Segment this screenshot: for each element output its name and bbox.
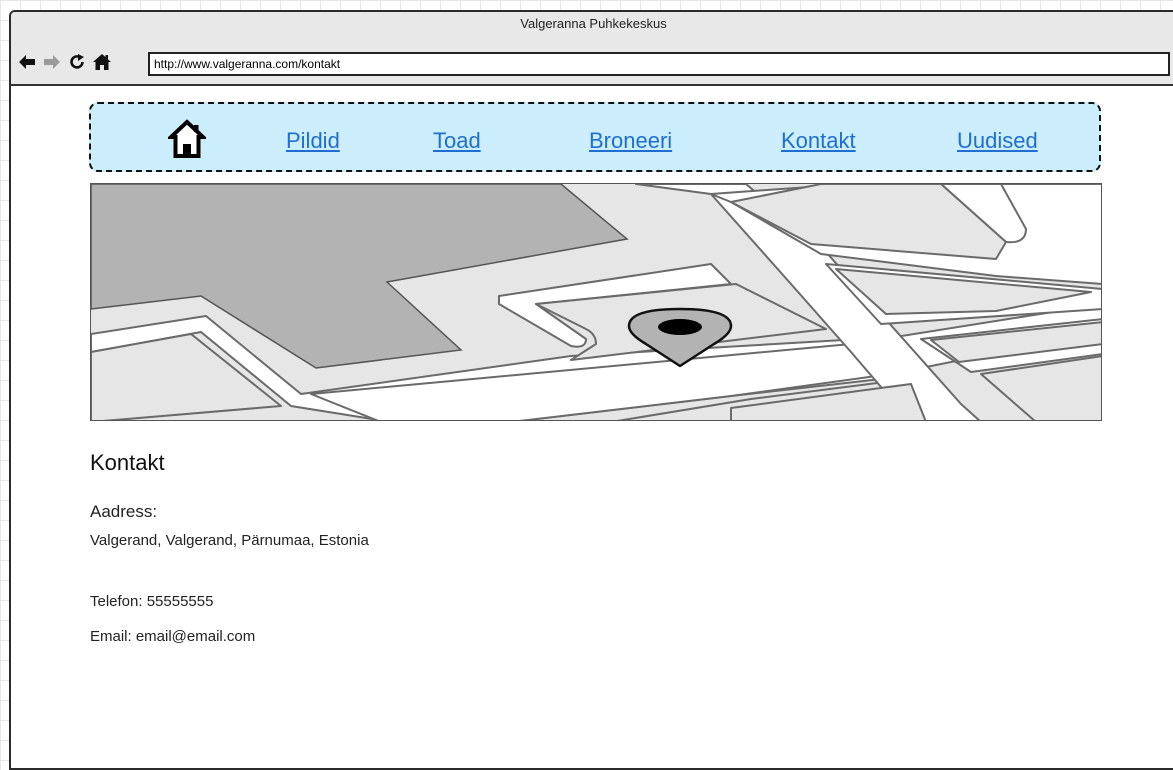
site-navigation: Pildid Toad Broneeri Kontakt Uudised xyxy=(89,102,1101,172)
location-map[interactable] xyxy=(90,183,1102,421)
address-label: Aadress: xyxy=(90,502,158,521)
home-button[interactable] xyxy=(92,50,112,74)
page-title: Kontakt xyxy=(90,450,165,475)
map-graphic xyxy=(91,184,1101,420)
forward-button[interactable] xyxy=(42,50,62,74)
nav-link-pildid[interactable]: Pildid xyxy=(286,128,340,154)
browser-chrome: Valgeranna Puhkekeskus http://www.valger… xyxy=(11,12,1173,86)
reload-icon xyxy=(70,54,84,69)
page-content: Pildid Toad Broneeri Kontakt Uudised Kon… xyxy=(11,86,1173,768)
reload-button[interactable] xyxy=(67,50,87,74)
address-bar[interactable]: http://www.valgeranna.com/kontakt xyxy=(148,52,1170,76)
browser-window: Valgeranna Puhkekeskus http://www.valger… xyxy=(9,10,1173,770)
nav-link-toad[interactable]: Toad xyxy=(433,128,481,154)
window-title: Valgeranna Puhkekeskus xyxy=(520,16,667,31)
phone-text: Telefon: 55555555 xyxy=(90,593,214,610)
home-icon xyxy=(93,54,111,70)
nav-home-link[interactable] xyxy=(167,118,207,160)
house-icon xyxy=(168,119,206,158)
nav-link-broneeri[interactable]: Broneeri xyxy=(589,128,672,154)
email-text: Email: email@email.com xyxy=(90,628,256,645)
arrow-left-icon xyxy=(19,55,35,69)
arrow-right-icon xyxy=(44,55,60,69)
nav-link-uudised[interactable]: Uudised xyxy=(957,128,1038,154)
nav-link-kontakt[interactable]: Kontakt xyxy=(781,128,856,154)
back-button[interactable] xyxy=(17,50,37,74)
address-text: Valgerand, Valgerand, Pärnumaa, Estonia xyxy=(90,532,369,549)
